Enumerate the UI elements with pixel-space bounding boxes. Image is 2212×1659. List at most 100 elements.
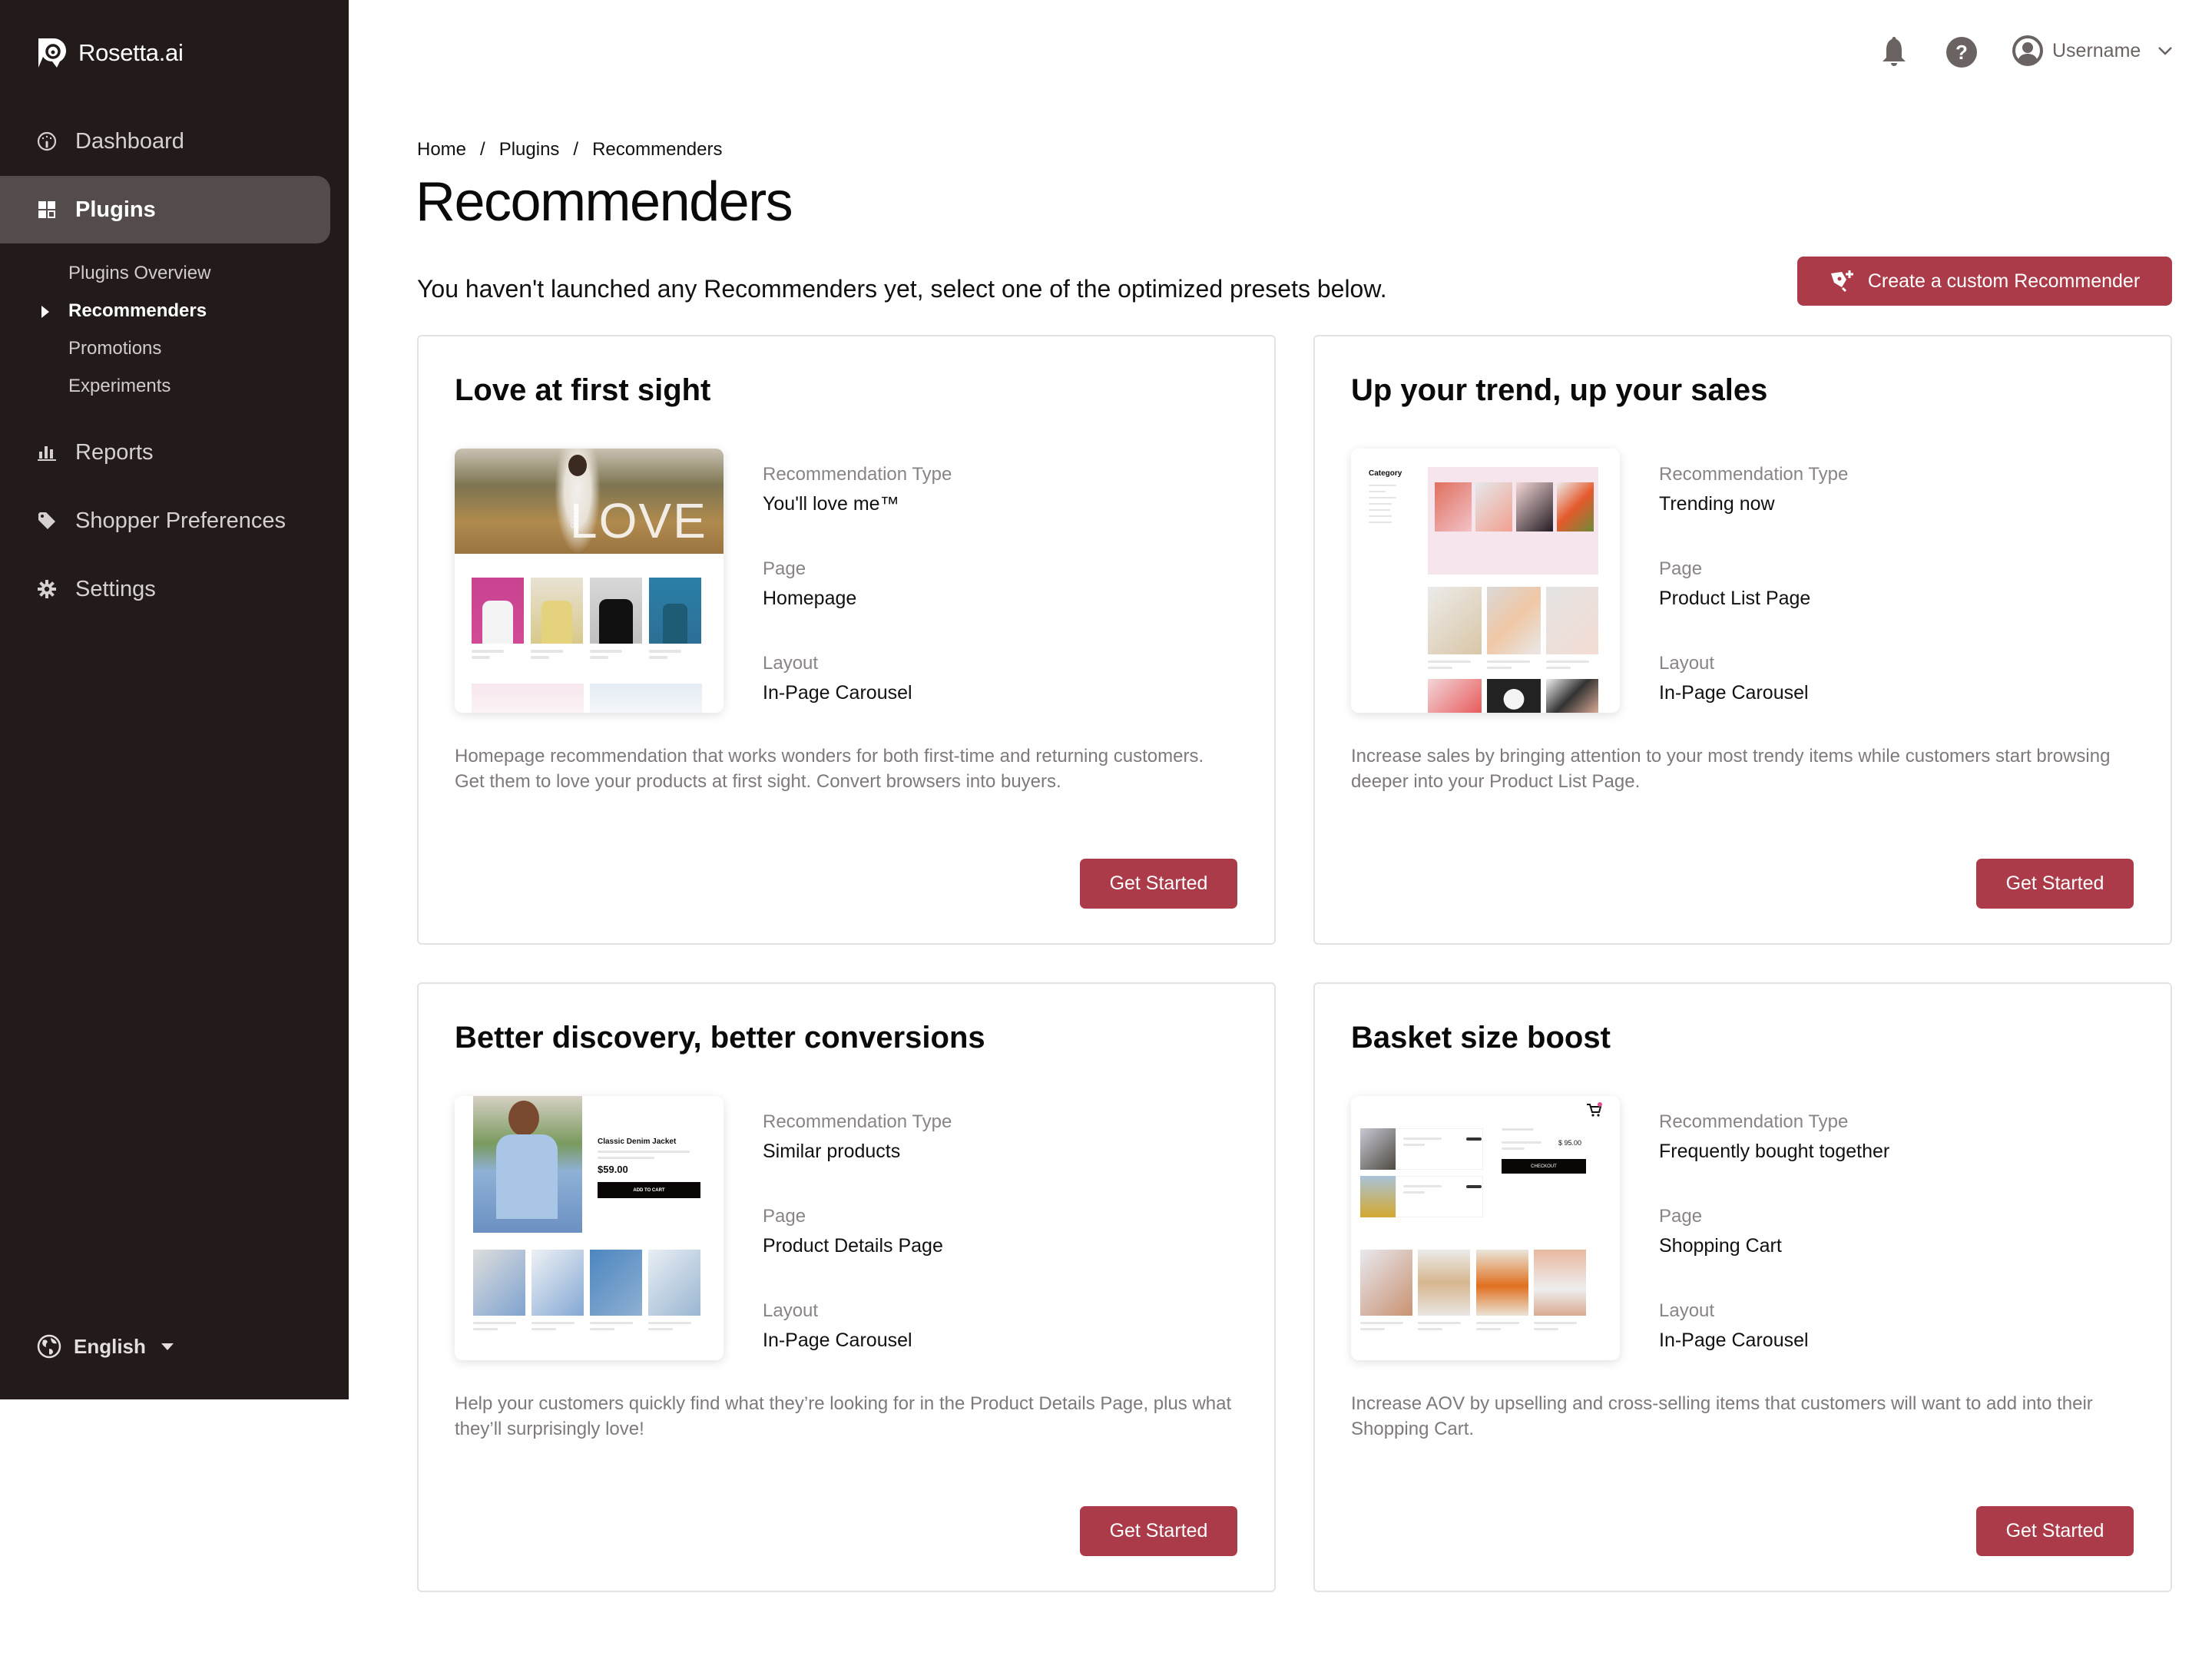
product-image [1360, 1250, 1412, 1316]
gear-icon [37, 579, 57, 599]
help-circle-icon: ? [1946, 37, 1977, 68]
brand-name: Rosetta.ai [78, 39, 184, 66]
get-started-button[interactable]: Get Started [1080, 859, 1237, 909]
sidebar-item-label: Shopper Preferences [75, 508, 286, 533]
breadcrumb-home[interactable]: Home [417, 139, 466, 161]
cart-total: $ 95.00 [1558, 1139, 1582, 1147]
breadcrumb-plugins[interactable]: Plugins [499, 139, 560, 161]
chevron-down-icon [2158, 47, 2173, 55]
product-image [1487, 587, 1541, 654]
brand-logo[interactable]: Rosetta.ai [37, 38, 184, 68]
sidebar-item-label: Dashboard [75, 128, 184, 154]
thumb-product-price: $59.00 [598, 1164, 628, 1175]
card-description: Homepage recommendation that works wonde… [455, 746, 1204, 792]
plugins-grid-icon [37, 200, 57, 220]
cart-item-image [1360, 1128, 1396, 1170]
recommendation-type-label: Recommendation Type [1659, 464, 1849, 485]
help-button[interactable]: ? [1946, 37, 1977, 68]
product-image [1428, 679, 1482, 713]
preset-card-better-discovery: Better discovery, better conversions Cla… [417, 982, 1276, 1592]
sidebar-subitem-recommenders[interactable]: Recommenders [68, 300, 207, 322]
sidebar-item-reports[interactable]: Reports [0, 419, 330, 486]
product-image [1546, 587, 1598, 654]
product-image [590, 578, 642, 644]
bell-icon [1883, 37, 1906, 66]
sidebar-item-label: Plugins [75, 197, 156, 222]
layout-value: In-Page Carousel [763, 682, 912, 704]
preview-thumbnail-homepage: SPRING LOVE [455, 449, 724, 713]
thumb-category-heading: Category [1369, 469, 1402, 478]
sidebar-subitem-experiments[interactable]: Experiments [68, 376, 171, 397]
card-description: Increase AOV by upselling and cross-sell… [1351, 1393, 2093, 1439]
language-selector[interactable]: English [37, 1334, 174, 1359]
sidebar-item-label: Reports [75, 439, 154, 465]
layout-label: Layout [763, 1300, 819, 1321]
create-custom-recommender-button[interactable]: Create a custom Recommender [1797, 257, 2172, 306]
thumb-product-name: Classic Denim Jacket [598, 1137, 677, 1146]
card-meta: Recommendation Type Trending now Page Pr… [1659, 464, 1848, 747]
layout-value: In-Page Carousel [763, 1330, 912, 1351]
product-hero-image [473, 1096, 582, 1233]
pen-plus-icon [1830, 270, 1853, 293]
sidebar-item-plugins[interactable]: Plugins [0, 176, 330, 243]
user-avatar-icon [2012, 35, 2043, 66]
user-menu[interactable]: Username [2012, 35, 2173, 66]
caret-down-icon [161, 1343, 174, 1350]
sidebar-subitem-promotions[interactable]: Promotions [68, 338, 161, 359]
preview-thumbnail-product-list: Category [1351, 449, 1620, 713]
breadcrumb-separator: / [573, 139, 579, 160]
page-label: Page [763, 1206, 806, 1227]
recommendation-type-value: You'll love me™ [763, 493, 899, 515]
get-started-button[interactable]: Get Started [1976, 1506, 2134, 1556]
sidebar-item-label: Settings [75, 576, 156, 601]
banner-placeholder [590, 684, 702, 713]
cart-item-image [1360, 1176, 1396, 1217]
cart-item-row [1396, 1176, 1483, 1217]
product-image [648, 1250, 700, 1316]
svg-text:?: ? [1955, 41, 1968, 64]
card-title: Better discovery, better conversions [455, 1021, 985, 1055]
recommendation-type-value: Frequently bought together [1659, 1141, 1890, 1162]
recommendation-type-label: Recommendation Type [763, 464, 952, 485]
breadcrumb-separator: / [480, 139, 485, 160]
sidebar-item-settings[interactable]: Settings [0, 555, 330, 623]
cart-icon [1587, 1102, 1602, 1117]
product-image [531, 578, 583, 644]
page-value: Product List Page [1659, 588, 1811, 609]
layout-label: Layout [1659, 1300, 1715, 1321]
sidebar: Rosetta.ai Dashboard Plugins Plugins Ove… [0, 0, 349, 1399]
product-image [1487, 679, 1541, 713]
breadcrumb-current: Recommenders [592, 139, 723, 160]
card-meta: Recommendation Type Frequently bought to… [1659, 1111, 1889, 1395]
sidebar-item-dashboard[interactable]: Dashboard [0, 108, 330, 175]
product-image [649, 578, 701, 644]
hero-banner-image: SPRING LOVE [455, 449, 724, 554]
product-image [1476, 1250, 1528, 1316]
recommendation-type-label: Recommendation Type [763, 1111, 952, 1132]
page-value: Shopping Cart [1659, 1235, 1782, 1257]
layout-label: Layout [763, 653, 819, 674]
get-started-button[interactable]: Get Started [1080, 1506, 1237, 1556]
notifications-button[interactable] [1879, 37, 1909, 68]
product-image [531, 1250, 584, 1316]
tag-icon [37, 511, 57, 531]
sidebar-item-shopper-preferences[interactable]: Shopper Preferences [0, 487, 330, 555]
preset-card-love-at-first-sight: Love at first sight SPRING LOVE Recommen… [417, 335, 1276, 945]
intro-text: You haven't launched any Recommenders ye… [417, 275, 1387, 303]
rosetta-logo-icon [38, 38, 67, 68]
preset-card-up-your-trend: Up your trend, up your sales Category Re… [1313, 335, 2172, 945]
thumb-add-to-cart: ADD TO CART [598, 1182, 700, 1198]
product-image [472, 578, 524, 644]
get-started-button[interactable]: Get Started [1976, 859, 2134, 909]
page-title: Recommenders [416, 171, 793, 233]
language-label: English [74, 1334, 146, 1358]
breadcrumb: Home / Plugins / Recommenders [417, 139, 723, 161]
dashboard-gauge-icon [37, 131, 57, 151]
sidebar-subitem-plugins-overview[interactable]: Plugins Overview [68, 263, 210, 284]
trending-strip [1428, 467, 1598, 575]
product-image [1418, 1250, 1470, 1316]
preview-thumbnail-product-details: Classic Denim Jacket $59.00 ADD TO CART [455, 1096, 724, 1360]
card-description: Help your customers quickly find what th… [455, 1393, 1232, 1439]
banner-placeholder [472, 684, 584, 713]
page-value: Homepage [763, 588, 857, 609]
